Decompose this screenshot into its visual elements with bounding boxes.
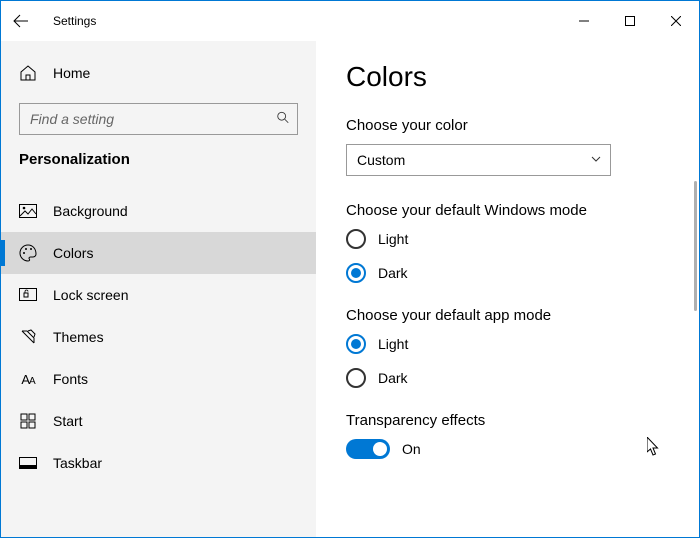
picture-icon xyxy=(19,204,37,218)
windows-mode-light[interactable]: Light xyxy=(346,229,669,249)
choose-color-label: Choose your color xyxy=(346,117,669,134)
radio-label: Light xyxy=(378,336,408,352)
sidebar-item-label: Fonts xyxy=(53,371,88,387)
sidebar-item-start[interactable]: Start xyxy=(1,400,316,442)
windows-mode-dark[interactable]: Dark xyxy=(346,263,669,283)
taskbar-icon xyxy=(19,457,37,469)
sidebar-item-label: Start xyxy=(53,413,83,429)
sidebar-item-label: Taskbar xyxy=(53,455,102,471)
windows-mode-label: Choose your default Windows mode xyxy=(346,202,669,219)
scrollbar[interactable] xyxy=(694,181,697,311)
minimize-button[interactable] xyxy=(561,5,607,37)
transparency-label: Transparency effects xyxy=(346,412,669,429)
sidebar-item-label: Lock screen xyxy=(53,287,128,303)
app-mode-label: Choose your default app mode xyxy=(346,307,669,324)
close-button[interactable] xyxy=(653,5,699,37)
themes-icon xyxy=(19,328,37,346)
search-input[interactable] xyxy=(19,103,298,135)
fonts-icon: AA xyxy=(19,372,37,387)
radio-icon xyxy=(346,263,366,283)
sidebar-item-label: Colors xyxy=(53,245,93,261)
radio-label: Dark xyxy=(378,265,408,281)
sidebar-item-lockscreen[interactable]: Lock screen xyxy=(1,274,316,316)
sidebar-item-taskbar[interactable]: Taskbar xyxy=(1,442,316,484)
search-icon xyxy=(276,111,290,128)
sidebar: Home Personalization Background Colors L… xyxy=(1,41,316,537)
app-mode-light[interactable]: Light xyxy=(346,334,669,354)
palette-icon xyxy=(19,244,37,262)
titlebar: Settings xyxy=(1,1,699,41)
chevron-down-icon xyxy=(590,152,602,168)
section-header: Personalization xyxy=(1,151,316,168)
radio-icon xyxy=(346,368,366,388)
radio-icon xyxy=(346,334,366,354)
close-icon xyxy=(671,16,681,26)
toggle-state: On xyxy=(402,441,421,457)
dropdown-value: Custom xyxy=(357,152,405,168)
sidebar-item-background[interactable]: Background xyxy=(1,190,316,232)
window-title: Settings xyxy=(53,14,96,28)
home-icon xyxy=(19,64,37,82)
app-mode-dark[interactable]: Dark xyxy=(346,368,669,388)
lockscreen-icon xyxy=(19,288,37,302)
arrow-left-icon xyxy=(13,13,29,29)
main-content: Colors Choose your color Custom Choose y… xyxy=(316,41,699,537)
sidebar-item-label: Background xyxy=(53,203,128,219)
home-nav[interactable]: Home xyxy=(1,53,316,93)
radio-icon xyxy=(346,229,366,249)
back-button[interactable] xyxy=(1,1,41,41)
maximize-button[interactable] xyxy=(607,5,653,37)
page-title: Colors xyxy=(346,61,669,93)
choose-color-dropdown[interactable]: Custom xyxy=(346,144,611,176)
start-icon xyxy=(19,413,37,429)
sidebar-item-label: Themes xyxy=(53,329,104,345)
home-label: Home xyxy=(53,65,90,81)
sidebar-item-themes[interactable]: Themes xyxy=(1,316,316,358)
sidebar-item-colors[interactable]: Colors xyxy=(1,232,316,274)
sidebar-item-fonts[interactable]: AA Fonts xyxy=(1,358,316,400)
radio-label: Dark xyxy=(378,370,408,386)
search-container xyxy=(19,103,298,135)
minimize-icon xyxy=(579,16,589,26)
transparency-toggle[interactable] xyxy=(346,439,390,459)
radio-label: Light xyxy=(378,231,408,247)
maximize-icon xyxy=(625,16,635,26)
